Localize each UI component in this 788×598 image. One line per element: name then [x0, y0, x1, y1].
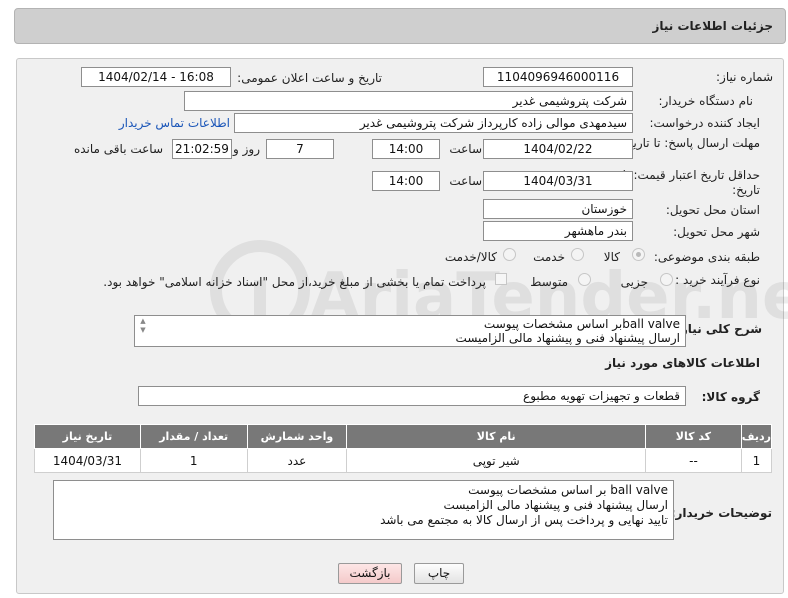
back-button[interactable]: بازگشت — [338, 563, 402, 584]
buyer-notes-line-1: ball valve بر اساس مشخصات پیوست — [468, 483, 668, 497]
goods-group-field: قطعات و تجهیزات تهویه مطبوع — [138, 386, 686, 406]
creator-label: ایجاد کننده درخواست: — [649, 116, 760, 130]
reply-deadline-label: مهلت ارسال پاسخ: تا تاریخ: — [621, 136, 760, 150]
col-header-need-date: تاریخ نیاز — [34, 424, 141, 449]
process-option-minor: جزیی — [620, 275, 648, 289]
remaining-label: ساعت باقی مانده — [73, 142, 163, 156]
days-label: روز و — [233, 142, 260, 156]
announce-field: 1404/02/14 - 16:08 — [81, 67, 231, 87]
validity-time-field: 14:00 — [372, 171, 440, 191]
reply-date-field: 1404/02/22 — [483, 139, 633, 159]
description-scroll-arrows[interactable]: ▲ ▼ — [138, 317, 148, 343]
price-validity-label: حداقل تاریخ اعتبار قیمت: تا تاریخ: — [622, 168, 760, 197]
description-line-2: ارسال پیشنهاد فنی و پیشنهاد مالی الزامیس… — [455, 331, 680, 345]
buyer-notes-line-2: ارسال پیشنهاد فنی و پیشنهاد مالی الزامیس… — [443, 498, 668, 512]
reply-time-field: 14:00 — [372, 139, 440, 159]
treasury-payment-checkbox[interactable] — [495, 273, 507, 285]
category-option-goods: کالا — [603, 250, 620, 264]
col-header-unit: واحد شمارش — [246, 424, 348, 449]
process-radio-medium[interactable] — [578, 273, 591, 286]
col-header-row-number: ردیف — [740, 424, 773, 449]
description-textarea[interactable]: ball valveبر اساس مشخصات پیوست ارسال پیش… — [134, 315, 686, 347]
category-radio-goods[interactable] — [632, 248, 645, 261]
cell-quantity: 1 — [139, 448, 248, 473]
process-radio-minor[interactable] — [660, 273, 673, 286]
category-radio-goods-service[interactable] — [503, 248, 516, 261]
goods-section-title: اطلاعات کالاهای مورد نیاز — [605, 356, 760, 370]
reply-time-label: ساعت — [449, 142, 482, 156]
category-option-goods-service: کالا/خدمت — [444, 250, 497, 264]
items-table-header-row: ردیف کد کالا نام کالا واحد شمارش تعداد /… — [34, 424, 773, 449]
need-number-label: شماره نیاز: — [716, 70, 773, 84]
buyer-notes-textarea[interactable]: ball valve بر اساس مشخصات پیوست ارسال پی… — [53, 480, 674, 540]
col-header-quantity: تعداد / مقدار — [139, 424, 248, 449]
cell-item-code: -- — [645, 448, 742, 473]
page-title: جزئیات اطلاعات نیاز — [652, 19, 773, 33]
contact-buyer-link[interactable]: اطلاعات تماس خریدار — [119, 116, 230, 130]
payment-note: پرداخت تمام یا بخشی از مبلغ خرید،از محل … — [103, 275, 486, 289]
buyer-notes-line-3: تایید نهایی و پرداخت پس از ارسال کالا به… — [380, 513, 668, 527]
page-header: جزئیات اطلاعات نیاز — [14, 8, 786, 44]
days-field: 7 — [266, 139, 334, 159]
remaining-time-field: 21:02:59 — [172, 139, 232, 159]
cell-unit: عدد — [246, 448, 348, 473]
validity-time-label: ساعت — [449, 174, 482, 188]
cell-need-date: 1404/03/31 — [34, 448, 141, 473]
col-header-item-code: کد کالا — [645, 424, 742, 449]
announce-label: تاریخ و ساعت اعلان عمومی: — [237, 71, 382, 85]
province-label: استان محل تحویل: — [665, 203, 760, 217]
validity-date-field: 1404/03/31 — [483, 171, 633, 191]
buyer-org-field: شرکت پتروشیمی غدیر — [184, 91, 633, 111]
category-label: طبقه بندی موضوعی: — [653, 250, 760, 264]
description-line-1: ball valveبر اساس مشخصات پیوست — [483, 317, 680, 331]
goods-group-label: گروه کالا: — [701, 390, 760, 404]
buyer-notes-label: توضیحات خریدار: — [670, 506, 772, 520]
category-radio-service[interactable] — [571, 248, 584, 261]
description-label: شرح کلی نیاز: — [676, 322, 762, 336]
print-button[interactable]: چاپ — [414, 563, 464, 584]
need-number-field: 1104096946000116 — [483, 67, 633, 87]
cell-row-number: 1 — [740, 448, 773, 473]
col-header-item-name: نام کالا — [346, 424, 647, 449]
city-label: شهر محل تحویل: — [673, 225, 760, 239]
table-row[interactable]: 1 -- شیر توپی عدد 1 1404/03/31 — [34, 448, 773, 473]
cell-item-name: شیر توپی — [346, 448, 647, 473]
items-table: ردیف کد کالا نام کالا واحد شمارش تعداد /… — [34, 424, 773, 473]
buyer-org-label: نام دستگاه خریدار: — [658, 94, 754, 108]
province-field: خوزستان — [483, 199, 633, 219]
process-label: نوع فرآیند خرید : — [675, 273, 760, 287]
creator-field: سیدمهدی موالی زاده کارپرداز شرکت پتروشیم… — [234, 113, 633, 133]
category-option-service: خدمت — [533, 250, 565, 264]
city-field: بندر ماهشهر — [483, 221, 633, 241]
process-option-medium: متوسط — [530, 275, 568, 289]
